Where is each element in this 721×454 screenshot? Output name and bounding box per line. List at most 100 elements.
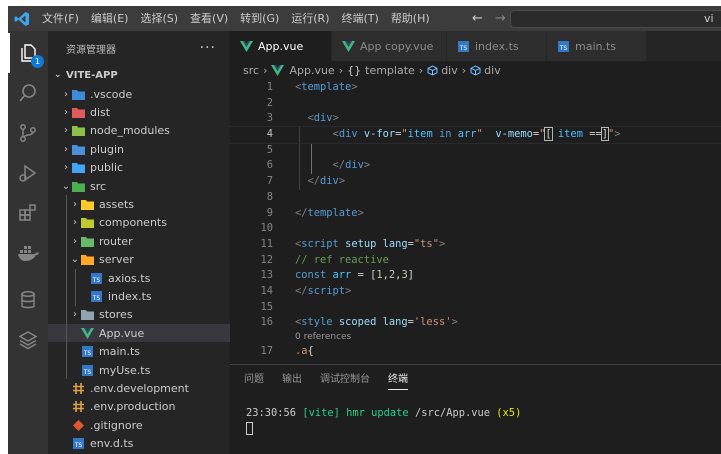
menu-item[interactable]: 转到(G) (234, 6, 285, 31)
tree-item-label: components (99, 216, 167, 230)
tree-indent-guide (75, 268, 76, 288)
editor-tab[interactable]: App.vue (230, 31, 332, 61)
breadcrumb-separator-icon: › (263, 64, 268, 77)
docker-icon[interactable] (8, 233, 48, 273)
explorer-badge: 1 (31, 55, 44, 68)
command-center-search[interactable] (510, 10, 721, 28)
folder-server-icon (81, 254, 99, 266)
tree-item[interactable]: .env.production (48, 398, 230, 416)
line-number: 7 (266, 175, 273, 188)
run-debug-icon[interactable] (8, 153, 48, 193)
vue-file-icon (271, 65, 289, 76)
code-line: 3 <div> (230, 111, 721, 127)
panel-tab[interactable]: 调试控制台 (320, 365, 370, 395)
svg-text:TS: TS (74, 442, 83, 449)
panel-tab[interactable]: 问题 (244, 365, 264, 395)
breadcrumb-item[interactable]: src (243, 64, 259, 77)
menu-item[interactable]: 查看(V) (184, 6, 234, 31)
folder-vscode-icon (72, 89, 90, 100)
tree-indent-guide (66, 268, 67, 288)
line-number: 13 (260, 269, 273, 282)
tree-item-label: dist (90, 106, 111, 120)
database-icon[interactable] (8, 280, 48, 320)
code-text: .a{ (295, 345, 314, 357)
code-line: 2 (230, 96, 721, 112)
tree-item[interactable]: ⌄ server (48, 250, 230, 269)
tree-item[interactable]: › node_modules (48, 122, 230, 140)
editor-tab[interactable]: TS main.ts (547, 31, 647, 61)
code-text: </div> (332, 159, 371, 172)
tree-item[interactable]: App.vue (48, 324, 230, 343)
typescript-file-icon: TS (90, 272, 108, 284)
search-icon[interactable] (8, 73, 48, 113)
tree-item[interactable]: .gitignore (48, 416, 230, 434)
tree-indent-guide (66, 305, 67, 325)
folder-node-icon (72, 125, 90, 137)
layers-icon[interactable] (8, 320, 48, 360)
menu-item[interactable]: 终端(T) (336, 6, 385, 31)
line-number: 14 (260, 284, 273, 297)
svg-text:TS: TS (83, 350, 92, 357)
chevron-right-icon: › (64, 88, 68, 100)
tree-item[interactable]: .env.development (48, 379, 230, 397)
tree-item-label: plugin (90, 142, 125, 156)
source-control-icon[interactable] (8, 113, 48, 153)
tree-indent-guide (66, 213, 67, 233)
project-section-header[interactable]: ⌄ VITE-APP (48, 65, 230, 85)
tree-item[interactable]: › assets (48, 195, 230, 214)
breadcrumb-item[interactable]: div (484, 64, 501, 77)
code-line: 12 // ref reactive (230, 253, 721, 269)
typescript-file-icon: TS (81, 346, 99, 358)
editor-tabs: App.vue App copy.vue TS index.ts TS main.ts (230, 31, 721, 61)
tree-item[interactable]: › public (48, 159, 230, 177)
panel-tab[interactable]: 输出 (282, 365, 302, 395)
editor-tab[interactable]: App copy.vue (332, 31, 447, 61)
tree-item-label: .env.development (90, 381, 189, 395)
forward-arrow-icon[interactable]: → (495, 11, 506, 26)
terminal-output[interactable]: 23:30:56 [vite] hmr update /src/App.vue … (230, 407, 721, 438)
codelens-references[interactable]: 0 references (230, 331, 721, 344)
tree-item[interactable]: TS axios.ts (48, 268, 230, 288)
tree-indent-guide (66, 324, 67, 343)
line-number: 8 (266, 190, 273, 203)
back-arrow-icon[interactable]: ← (472, 11, 483, 26)
editor-tab[interactable]: TS index.ts (447, 31, 547, 61)
breadcrumb: src › App.vue ›{} template › div › div (230, 61, 721, 80)
extensions-icon[interactable] (8, 193, 48, 233)
folder-assets-icon (81, 199, 99, 211)
tree-item[interactable]: › plugin (48, 140, 230, 158)
code-editor[interactable]: 1 <template> 2 3 <div> 4 <div v-for="item in… (230, 80, 721, 360)
code-line: 9 </template> (230, 206, 721, 222)
svg-text:TS: TS (83, 369, 92, 376)
menu-item[interactable]: 帮助(H) (385, 6, 436, 31)
code-line: 14 </script> (230, 284, 721, 300)
explorer-icon[interactable]: 1 (8, 33, 48, 73)
menu-item[interactable]: 选择(S) (134, 6, 184, 31)
tree-item[interactable]: TS myUse.ts (48, 360, 230, 380)
tree-item[interactable]: › router (48, 232, 230, 251)
element-cube-icon (470, 65, 481, 76)
breadcrumb-item[interactable]: template (365, 64, 415, 77)
tree-item-label: index.ts (108, 289, 152, 303)
tree-item[interactable]: › components (48, 213, 230, 233)
tree-item[interactable]: › .vscode (48, 85, 230, 103)
element-cube-icon (427, 65, 438, 76)
tree-item[interactable]: TS index.ts (48, 287, 230, 306)
tree-item[interactable]: › stores (48, 305, 230, 325)
breadcrumb-item[interactable]: div (441, 64, 458, 77)
tree-item[interactable]: TS main.ts (48, 342, 230, 361)
more-actions-icon[interactable]: ··· (200, 40, 216, 56)
tree-item[interactable]: › dist (48, 103, 230, 121)
panel-tab[interactable]: 终端 (388, 370, 408, 390)
tree-item[interactable]: ⌄ src (48, 177, 230, 195)
menu-item[interactable]: 运行(R) (285, 6, 335, 31)
menu-item[interactable]: 文件(F) (36, 6, 85, 31)
tree-indent-guide (66, 360, 67, 380)
svg-text:TS: TS (92, 295, 101, 302)
navigation-arrows: ← → (472, 6, 506, 31)
chevron-right-icon: › (64, 107, 68, 119)
menu-item[interactable]: 编辑(E) (85, 6, 135, 31)
breadcrumb-item[interactable]: App.vue (289, 64, 334, 77)
tree-item[interactable]: TS env.d.ts (48, 434, 230, 452)
tree-item-label: server (99, 253, 134, 267)
